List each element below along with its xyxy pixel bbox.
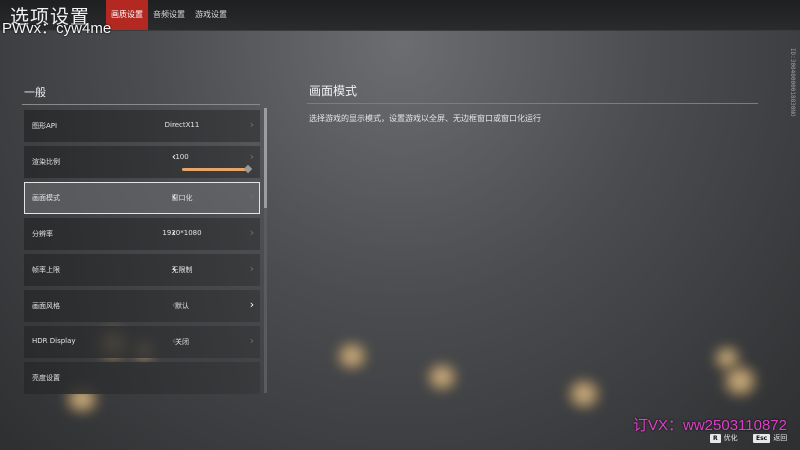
setting-row-visual-style[interactable]: 画面风格 ‹ 默认 › (24, 290, 260, 322)
top-bar: 选项设置 画质设置 音频设置 游戏设置 (0, 0, 800, 31)
settings-tabs: 画质设置 音频设置 游戏设置 (106, 0, 232, 30)
setting-row-graphics-api[interactable]: 图形API ‹ DirectX11 › (24, 110, 260, 142)
slider-knob[interactable] (243, 164, 253, 174)
background-light (425, 364, 459, 390)
chevron-right-icon[interactable]: › (247, 190, 257, 204)
setting-row-hdr-display[interactable]: HDR Display ‹ 关闭 › (24, 326, 260, 358)
chevron-right-icon[interactable]: › (247, 118, 257, 132)
tab-graphics[interactable]: 画质设置 (106, 0, 148, 30)
side-id-text: ID:30040000018830NO (789, 48, 796, 117)
settings-list: 图形API ‹ DirectX11 › 渲染比例 ‹ 100 › 画面模式 ‹ … (24, 110, 260, 398)
setting-label: 渲染比例 (32, 158, 60, 166)
detail-divider (307, 103, 758, 104)
optimize-hint[interactable]: R 优化 (710, 433, 738, 443)
background-light (335, 343, 369, 369)
setting-value: 无限制 (171, 266, 193, 274)
chevron-right-icon[interactable]: › (247, 150, 257, 164)
chevron-right-icon[interactable]: › (247, 226, 257, 240)
render-scale-slider[interactable] (182, 168, 248, 171)
setting-label: 帧率上限 (32, 266, 60, 274)
setting-row-frame-limit[interactable]: 帧率上限 ‹ 无限制 › (24, 254, 260, 286)
key-r-icon: R (710, 433, 721, 443)
setting-row-brightness[interactable]: 亮度设置 (24, 362, 260, 394)
watermark-bottom: 订VX：ww2503110872 (633, 417, 787, 434)
background-light (721, 366, 759, 396)
setting-value: 关闭 (175, 338, 189, 346)
setting-value: DirectX11 (164, 121, 200, 129)
setting-label: 画面模式 (32, 194, 60, 202)
setting-row-display-mode[interactable]: 画面模式 ‹ 窗口化 › (24, 182, 260, 214)
back-hint[interactable]: Esc 返回 (753, 433, 787, 443)
tab-game[interactable]: 游戏设置 (190, 0, 232, 30)
setting-value: 1920*1080 (162, 229, 202, 237)
back-label: 返回 (773, 434, 788, 442)
detail-title: 画面模式 (309, 84, 358, 98)
chevron-right-icon[interactable]: › (247, 334, 257, 348)
setting-label: 分辨率 (32, 230, 53, 238)
background-light (566, 380, 602, 408)
setting-label: 亮度设置 (32, 374, 60, 382)
setting-row-resolution[interactable]: 分辨率 ‹ 1920*1080 › (24, 218, 260, 250)
key-esc-icon: Esc (753, 433, 771, 443)
tab-audio[interactable]: 音频设置 (148, 0, 190, 30)
chevron-right-icon[interactable]: › (247, 298, 257, 312)
setting-row-render-scale[interactable]: 渲染比例 ‹ 100 › (24, 146, 260, 178)
setting-label: 画面风格 (32, 302, 60, 310)
section-divider (22, 104, 260, 105)
setting-label: HDR Display (32, 337, 76, 345)
optimize-label: 优化 (723, 434, 738, 442)
chevron-right-icon[interactable]: › (247, 262, 257, 276)
setting-value: 100 (175, 153, 189, 161)
watermark-top: PWvx：cyw4me (2, 20, 112, 37)
setting-value: 窗口化 (171, 194, 193, 202)
scrollbar-thumb[interactable] (264, 108, 267, 208)
detail-description: 选择游戏的显示模式，设置游戏以全屏、无边框窗口或窗口化运行 (309, 114, 541, 123)
section-title: 一般 (24, 86, 46, 99)
setting-value: 默认 (175, 302, 189, 310)
setting-label: 图形API (32, 122, 58, 130)
